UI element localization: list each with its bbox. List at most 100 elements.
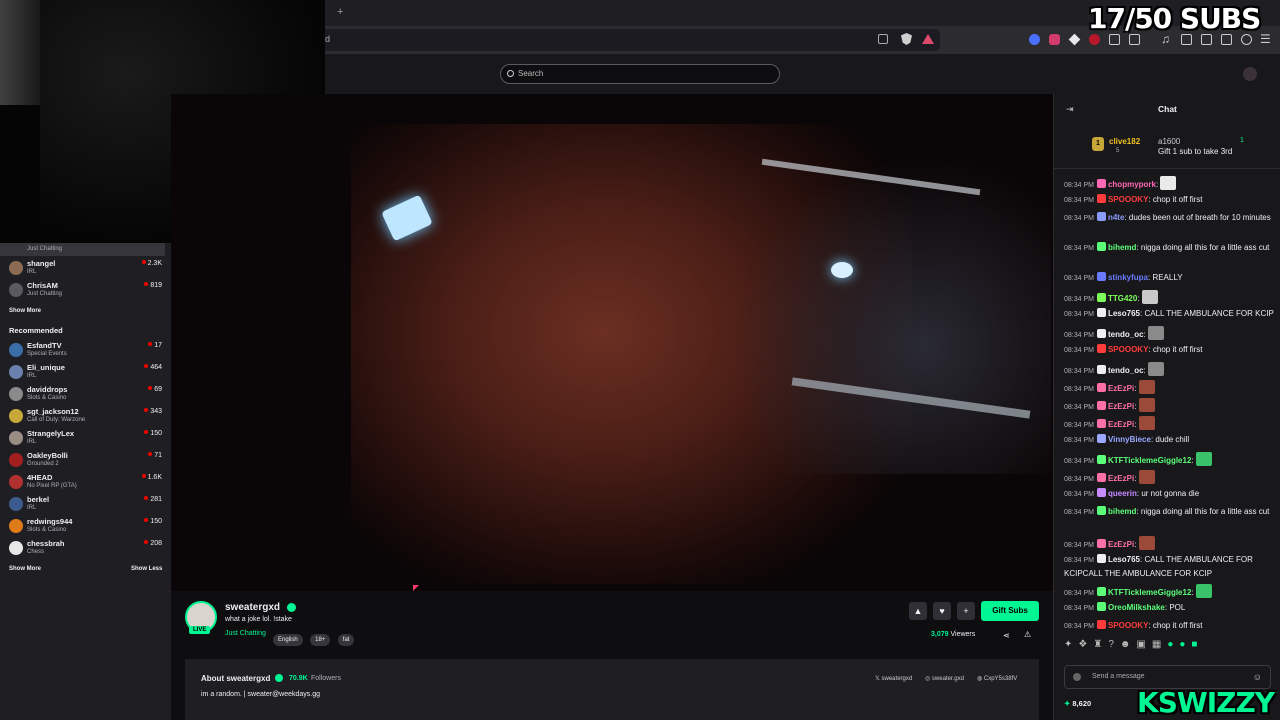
- chat-username[interactable]: bihemd: [1108, 507, 1136, 516]
- chat-emote-icon: [1147, 362, 1164, 376]
- show-more-link[interactable]: Show More: [9, 566, 41, 572]
- channel-game: No Pixel RP (GTA): [27, 483, 77, 489]
- channel-item[interactable]: 4HEAD No Pixel RP (GTA) 1.6K: [0, 471, 171, 493]
- channel-item[interactable]: Eli_unique IRL 464: [0, 361, 171, 383]
- channel-item-shangel[interactable]: shangel IRL 2.3K: [0, 257, 171, 279]
- channel-item[interactable]: redwings944 Slots & Casino 150: [0, 515, 171, 537]
- chat-username[interactable]: SPOOOKY: [1108, 345, 1148, 354]
- emote-icon[interactable]: ?: [1108, 639, 1120, 650]
- social-instagram-link[interactable]: ◎ sweater.gxd: [925, 675, 964, 682]
- gift-subs-button[interactable]: Gift Subs: [981, 601, 1039, 621]
- chat-username[interactable]: Leso765: [1108, 309, 1140, 318]
- chat-username[interactable]: SPOOOKY: [1108, 621, 1148, 630]
- category-link[interactable]: Just Chatting: [225, 630, 266, 637]
- extension-icon[interactable]: [1049, 34, 1060, 45]
- channel-name[interactable]: sweatergxd: [225, 602, 280, 613]
- avatar: [9, 541, 23, 555]
- chat-username[interactable]: bihemd: [1108, 243, 1136, 252]
- channel-item-active[interactable]: Just Chatting: [0, 243, 165, 256]
- channel-item[interactable]: chessbrah Chess 208: [0, 537, 171, 559]
- menu-icon[interactable]: ☰: [1260, 32, 1271, 46]
- channel-item[interactable]: OakleyBolli Grounded 2 71: [0, 449, 171, 471]
- chat-username[interactable]: queerin: [1108, 489, 1137, 498]
- share-icon[interactable]: [878, 34, 888, 44]
- channel-item-chrisam[interactable]: ChrisAM Just Chatting 819: [0, 279, 171, 301]
- chat-username[interactable]: TTG420: [1108, 294, 1137, 303]
- viewer-counter: 3,079 Viewers: [931, 631, 975, 638]
- download-icon[interactable]: [1221, 34, 1232, 45]
- url-field[interactable]: d: [325, 29, 940, 51]
- brave-rewards-icon[interactable]: [922, 34, 934, 44]
- emote-icon[interactable]: ♜: [1093, 639, 1108, 650]
- wallet-icon[interactable]: [1201, 34, 1212, 45]
- vpn-icon[interactable]: [1241, 34, 1252, 45]
- report-icon[interactable]: ⚠: [1024, 630, 1031, 639]
- new-tab-button[interactable]: +: [337, 6, 343, 18]
- tag[interactable]: English: [273, 634, 303, 646]
- chat-username[interactable]: EzEzPi: [1108, 402, 1134, 411]
- extension-icon[interactable]: [1029, 34, 1040, 45]
- brave-shield-icon[interactable]: [901, 33, 912, 45]
- chat-username[interactable]: EzEzPi: [1108, 384, 1134, 393]
- screenshot-icon[interactable]: [1129, 34, 1140, 45]
- chat-username[interactable]: KTFTicklemeGiggle12: [1108, 456, 1191, 465]
- social-discord-link[interactable]: ◍ CxpY5s38fV: [977, 675, 1017, 682]
- extension-icon[interactable]: [1068, 33, 1081, 46]
- chat-username[interactable]: KTFTicklemeGiggle12: [1108, 588, 1191, 597]
- rank-badge: 1: [1092, 137, 1104, 151]
- notification-bell-button[interactable]: ▲: [909, 602, 927, 620]
- show-less-link[interactable]: Show Less: [131, 566, 162, 572]
- bio-text: im a random. | sweater@weekdays.gg: [201, 691, 321, 698]
- emote-icon[interactable]: ■: [1191, 639, 1203, 650]
- collapse-chat-icon[interactable]: ⇥: [1066, 104, 1074, 115]
- chat-username[interactable]: OreoMilkshake: [1108, 603, 1165, 612]
- chat-username[interactable]: EzEzPi: [1108, 540, 1134, 549]
- sidebar-icon[interactable]: [1181, 34, 1192, 45]
- chat-username[interactable]: n4te: [1108, 213, 1124, 222]
- puzzle-icon[interactable]: [1109, 34, 1120, 45]
- show-more-link[interactable]: Show More: [9, 308, 41, 314]
- chat-username[interactable]: Leso765: [1108, 555, 1140, 564]
- chat-panel: ⇥ Chat 1 clive182 5 a1600 1 Gift 1 sub t…: [1053, 94, 1280, 720]
- gift-icon-button[interactable]: +: [957, 602, 975, 620]
- chat-message: 08:34 PM chopmypork:: [1064, 176, 1276, 193]
- extension-icon[interactable]: [1089, 34, 1100, 45]
- chat-username[interactable]: stinkyfupa: [1108, 273, 1148, 282]
- emote-icon[interactable]: ●: [1167, 639, 1179, 650]
- gift-leaderboard: 1 clive182 5 a1600 1 Gift 1 sub to take …: [1054, 124, 1280, 169]
- chat-username[interactable]: VinnyBiece: [1108, 435, 1151, 444]
- follow-heart-button[interactable]: ♥: [933, 602, 951, 620]
- emote-icon[interactable]: ▦: [1152, 639, 1167, 650]
- channel-item[interactable]: berkel IRL 281: [0, 493, 171, 515]
- chat-username[interactable]: EzEzPi: [1108, 474, 1134, 483]
- chat-username[interactable]: SPOOOKY: [1108, 195, 1148, 204]
- chat-username[interactable]: EzEzPi: [1108, 420, 1134, 429]
- search-bar[interactable]: Search: [500, 64, 780, 84]
- chat-text: chop it off first: [1152, 195, 1203, 204]
- emote-icon[interactable]: ✦: [1064, 639, 1078, 650]
- emoji-icon[interactable]: ☺: [1253, 672, 1262, 682]
- chat-username[interactable]: tendo_oc: [1108, 330, 1144, 339]
- channel-item[interactable]: EsfandTV Special Events 17: [0, 339, 171, 361]
- video-player[interactable]: [171, 94, 1053, 591]
- share-icon[interactable]: ⋖: [1003, 631, 1010, 640]
- tag[interactable]: 18+: [310, 634, 331, 646]
- channel-item[interactable]: sgt_jackson12 Call of Duty: Warzone 343: [0, 405, 171, 427]
- channel-points[interactable]: ✦ 8,620: [1064, 699, 1091, 708]
- chat-emote-icon: [1138, 470, 1155, 484]
- chat-message: 08:34 PM tendo_oc:: [1064, 362, 1276, 379]
- chat-username[interactable]: tendo_oc: [1108, 366, 1144, 375]
- emote-icon[interactable]: ▣: [1136, 639, 1151, 650]
- user-avatar[interactable]: [1243, 67, 1257, 81]
- channel-item[interactable]: StrangelyLex IRL 150: [0, 427, 171, 449]
- chat-timestamp: 08:34 PM: [1064, 437, 1094, 444]
- channel-item[interactable]: daviddrops Slots & Casino 69: [0, 383, 171, 405]
- tag[interactable]: fat: [337, 634, 355, 646]
- emote-icon[interactable]: ●: [1179, 639, 1191, 650]
- emote-icon[interactable]: ☻: [1120, 639, 1137, 650]
- chat-username[interactable]: chopmypork: [1108, 180, 1156, 189]
- emote-icon[interactable]: ❖: [1078, 639, 1093, 650]
- channel-name: OakleyBolli: [27, 451, 68, 460]
- chat-message: 08:34 PM VinnyBiece: dude chill: [1064, 434, 1276, 448]
- social-x-link[interactable]: 𝕏 sweatergxd: [875, 675, 912, 682]
